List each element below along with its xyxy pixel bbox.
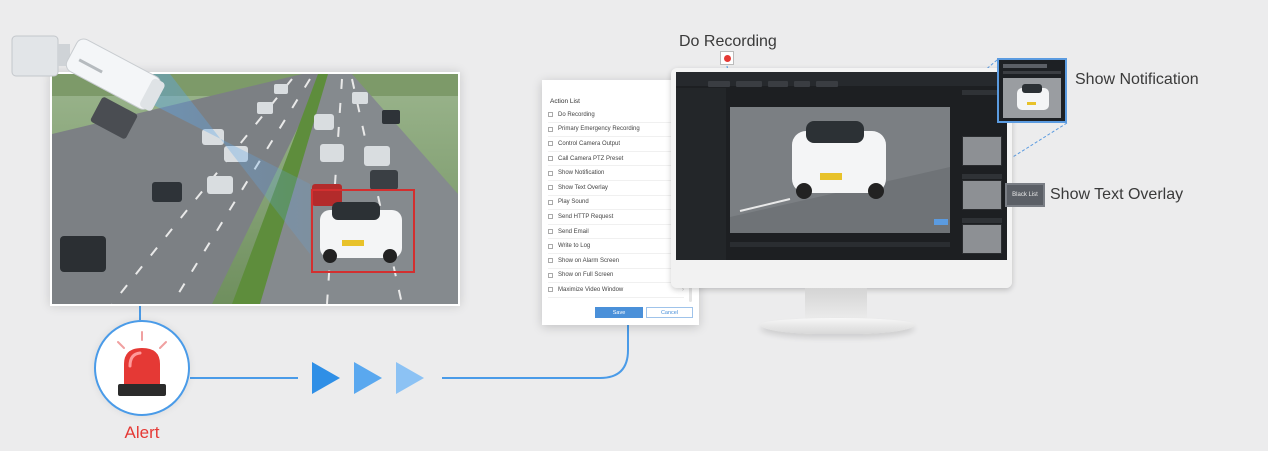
siren-icon: [117, 331, 167, 396]
action-item-label: Maximize Video Window: [558, 286, 624, 293]
show-notification-callout: Show Notification: [1075, 71, 1199, 88]
action-item[interactable]: Control Camera Output›: [548, 137, 684, 152]
action-item-label: Send Email: [558, 228, 589, 235]
action-checkbox[interactable]: [548, 126, 553, 132]
action-item[interactable]: Play Sound›: [548, 196, 684, 211]
action-item-label: Play Sound: [558, 199, 589, 206]
action-checkbox[interactable]: [548, 199, 553, 205]
action-checkbox[interactable]: [548, 272, 553, 278]
action-item-label: Show Notification: [558, 170, 605, 177]
live-video-view[interactable]: [730, 107, 950, 233]
action-list: Do Recording›Primary Emergency Recording…: [548, 108, 684, 298]
action-item[interactable]: Do Recording›: [548, 108, 684, 123]
action-item-label: Call Camera PTZ Preset: [558, 155, 624, 162]
action-item[interactable]: Show on Alarm Screen›: [548, 254, 684, 269]
action-checkbox[interactable]: [548, 156, 553, 162]
flow-arrow-2: [354, 362, 382, 394]
action-item-label: Show Text Overlay: [558, 184, 608, 191]
action-checkbox[interactable]: [548, 287, 553, 293]
action-item[interactable]: Send HTTP Request›: [548, 210, 684, 225]
cancel-button[interactable]: Cancel: [646, 307, 693, 318]
action-item[interactable]: Show Text Overlay›: [548, 181, 684, 196]
action-checkbox[interactable]: [548, 170, 553, 176]
monitor-stand-neck: [805, 288, 867, 320]
monitor-chin: [671, 260, 1012, 288]
action-item[interactable]: Primary Emergency Recording›: [548, 123, 684, 138]
action-checkbox[interactable]: [548, 141, 553, 147]
action-item-label: Send HTTP Request: [558, 213, 614, 220]
action-item-label: Write to Log: [558, 243, 591, 250]
text-overlay-tag: Black List: [1005, 183, 1045, 207]
action-item[interactable]: Call Camera PTZ Preset›: [548, 152, 684, 167]
flow-arrow-3: [396, 362, 424, 394]
action-list-title: Action List: [550, 98, 580, 105]
show-text-overlay-callout: Show Text Overlay: [1050, 186, 1184, 203]
action-item-label: Show on Alarm Screen: [558, 257, 620, 264]
bullet-camera-icon: [8, 28, 168, 158]
do-recording-callout: Do Recording: [679, 33, 777, 50]
alert-badge: [94, 320, 190, 416]
monitor-stand-base: [760, 318, 915, 334]
action-item[interactable]: Maximize Video Window ›: [548, 283, 684, 298]
action-item[interactable]: Write to Log›: [548, 239, 684, 254]
monitor-screen: [676, 72, 1007, 260]
action-item[interactable]: Show Notification›: [548, 166, 684, 181]
action-checkbox[interactable]: [548, 185, 553, 191]
action-item-label: Control Camera Output: [558, 140, 621, 147]
action-item-label: Do Recording: [558, 111, 595, 118]
action-item[interactable]: Send Email›: [548, 225, 684, 240]
flow-arrow-1: [312, 362, 340, 394]
record-dot-icon: [720, 51, 734, 65]
alert-label: Alert: [124, 423, 160, 442]
arrows-to-panel-line: [442, 325, 629, 379]
action-item-label: Show on Full Screen: [558, 272, 614, 279]
notification-popup: [997, 58, 1067, 123]
save-button[interactable]: Save: [595, 307, 643, 318]
action-item[interactable]: Show on Full Screen›: [548, 269, 684, 284]
action-checkbox[interactable]: [548, 243, 553, 249]
action-checkbox[interactable]: [548, 258, 553, 264]
thumbnail-column: [962, 90, 1002, 258]
action-item-label: Primary Emergency Recording: [558, 126, 640, 133]
action-checkbox[interactable]: [548, 214, 553, 220]
action-checkbox[interactable]: [548, 229, 553, 235]
action-checkbox[interactable]: [548, 112, 553, 118]
